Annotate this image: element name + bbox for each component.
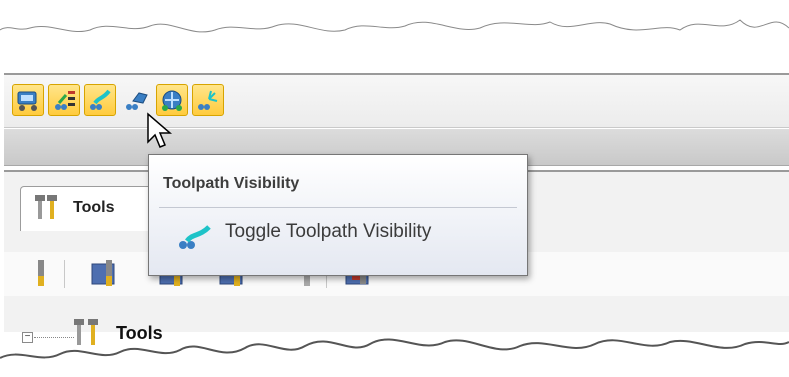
machine-setup-button[interactable]: [12, 84, 44, 116]
toolbar: [4, 73, 789, 128]
tooltip-title: Toolpath Visibility: [163, 175, 300, 192]
toolpath-visibility-button[interactable]: [84, 84, 116, 116]
tooltip: Toolpath Visibility Toggle Toolpath Visi…: [148, 154, 528, 276]
toolpath-surface-icon: [126, 92, 148, 110]
torn-edge-top: [0, 0, 789, 33]
tab-tools-label: Tools: [73, 199, 115, 216]
tooltip-separator: [159, 207, 517, 208]
toolpath-tree-icon: [198, 90, 218, 110]
machine-setup-icon: [17, 91, 37, 111]
tool-holder-icon: [35, 195, 57, 219]
torn-edge-bottom: [0, 338, 789, 377]
toolpath-tree-button[interactable]: [192, 84, 224, 116]
toolpath-list-button[interactable]: [48, 84, 80, 116]
new-tool-icon[interactable]: [88, 258, 124, 290]
end-mill-icon[interactable]: [34, 258, 48, 290]
toolpath-visibility-icon: [90, 89, 111, 110]
tab-tools[interactable]: Tools: [20, 186, 162, 231]
tooltip-item-label: Toggle Toolpath Visibility: [225, 221, 432, 242]
toolpath-visibility-icon: [179, 225, 211, 249]
toolpath-3d-icon: [162, 90, 182, 111]
mouse-cursor-icon: [147, 112, 173, 148]
toolbar-divider: [64, 260, 65, 288]
toolpath-list-icon: [55, 91, 75, 110]
